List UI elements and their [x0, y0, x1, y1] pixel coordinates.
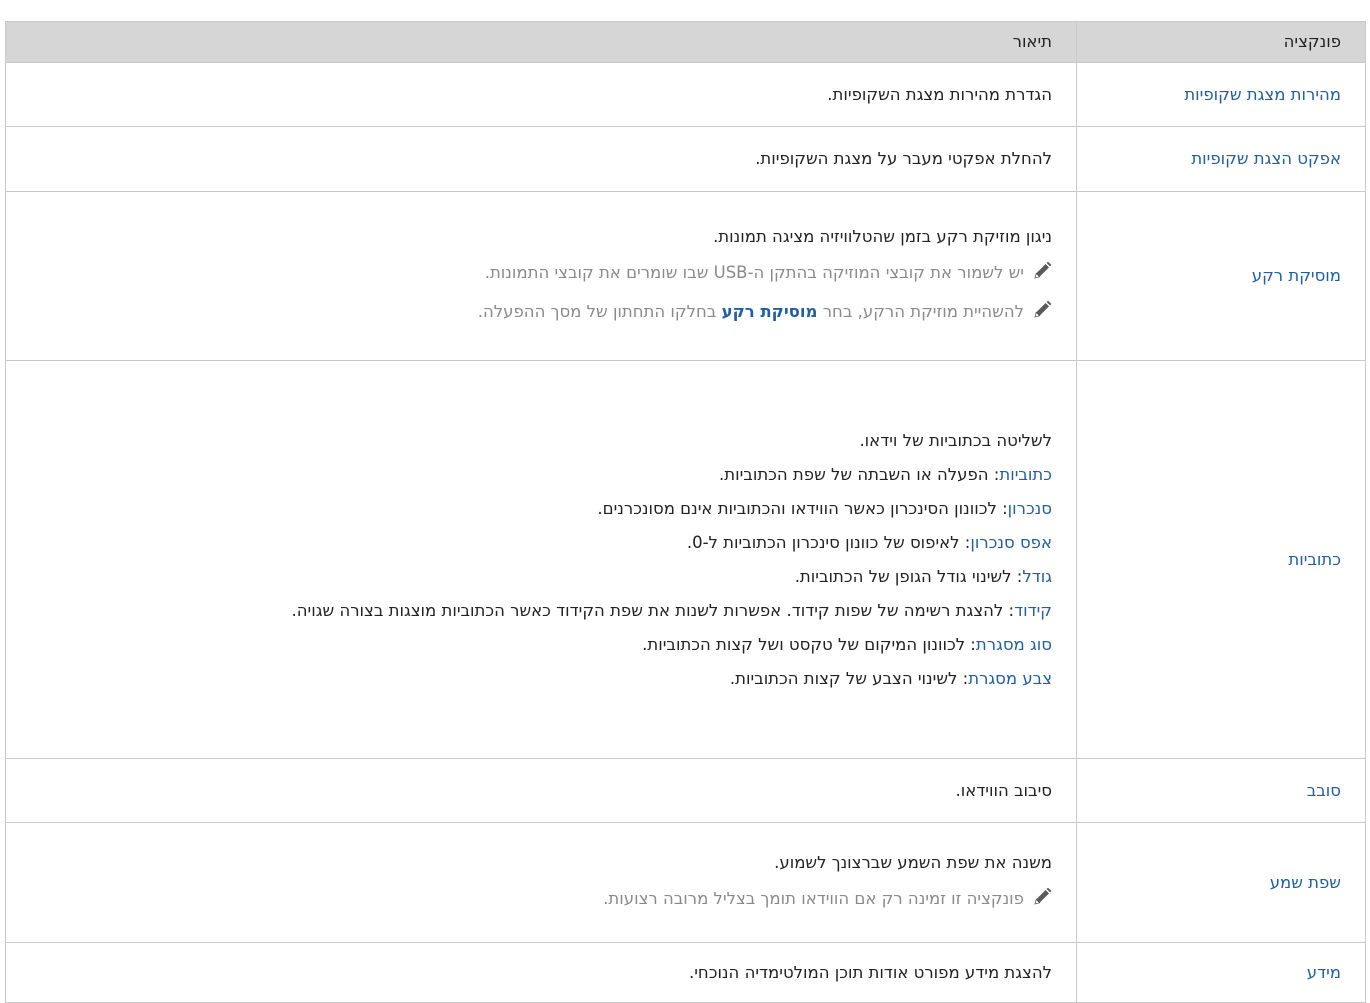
option-line: גודל: לשינוי גודל הגופן של הכתוביות. [16, 560, 1052, 594]
description-text: סיבוב הווידאו. [955, 780, 1052, 800]
option-name[interactable]: סנכרון [1008, 499, 1052, 518]
function-description: סיבוב הווידאו. [5, 758, 1077, 823]
table-row: אפקט הצגת שקופיות להחלת אפקטי מעבר על מצ… [5, 126, 1366, 192]
note: להשהיית מוזיקת הרקע, בחר מוסיקת רקע בחלק… [16, 293, 1052, 332]
option-line: סנכרון: לכוונון הסינכרון כאשר הווידאו וה… [16, 492, 1052, 526]
description-text: להחלת אפקטי מעבר על מצגת השקופיות. [755, 149, 1052, 168]
pencil-icon [1032, 261, 1052, 286]
function-name[interactable]: שפת שמע [1076, 822, 1366, 943]
function-name[interactable]: אפקט הצגת שקופיות [1076, 126, 1366, 192]
option-text: : לכוונון המיקום של טקסט ושל קצות הכתובי… [642, 634, 976, 654]
note: פונקציה זו זמינה רק אם הווידאו תומך בצלי… [16, 880, 1052, 919]
header-function: פונקציה [1076, 21, 1366, 63]
table-row: שפת שמע משנה את שפת השמע שברצונך לשמוע. … [5, 822, 1366, 943]
note-text-before: להשהיית מוזיקת הרקע, בחר [817, 302, 1024, 321]
description-text: משנה את שפת השמע שברצונך לשמוע. [774, 853, 1052, 872]
description-text: לשליטה בכתוביות של וידאו. [859, 430, 1052, 450]
functions-table: פונקציה תיאור מהירות מצגת שקופיות הגדרת … [5, 21, 1366, 1003]
option-name[interactable]: קידוד [1014, 601, 1052, 620]
function-description: להחלת אפקטי מעבר על מצגת השקופיות. [5, 126, 1077, 192]
option-text: : לכוונון הסינכרון כאשר הווידאו והכתוביו… [597, 498, 1008, 518]
pencil-icon [1032, 300, 1052, 325]
function-description: להצגת מידע מפורט אודות תוכן המולטימדיה ה… [5, 942, 1077, 1003]
table-row: מוסיקת רקע ניגון מוזיקת רקע בזמן שהטלווי… [5, 191, 1366, 361]
option-name[interactable]: גודל [1022, 567, 1052, 586]
table-row: מידע להצגת מידע מפורט אודות תוכן המולטימ… [5, 942, 1366, 1003]
pencil-icon [1032, 887, 1052, 912]
option-line: צבע מסגרת: לשינוי הצבע של קצות הכתוביות. [16, 662, 1052, 696]
option-name[interactable]: אפס סנכרון [970, 533, 1052, 552]
description-text: ניגון מוזיקת רקע בזמן שהטלוויזיה מציגה ת… [713, 227, 1052, 246]
option-name[interactable]: סוג מסגרת [976, 635, 1052, 654]
function-name[interactable]: כתוביות [1076, 360, 1366, 759]
function-name[interactable]: מהירות מצגת שקופיות [1076, 62, 1366, 127]
option-line: קידוד: להצגת רשימה של שפות קידוד. אפשרות… [16, 594, 1053, 628]
description-text: הגדרת מהירות מצגת השקופיות. [827, 84, 1052, 104]
option-text: : לאיפוס של כוונון סינכרון הכתוביות ל-0. [686, 532, 971, 552]
note-text-after: בחלקו התחתון של מסך ההפעלה. [477, 302, 722, 321]
table-header-row: פונקציה תיאור [5, 21, 1366, 63]
function-name[interactable]: סובב [1076, 758, 1366, 823]
function-description: לשליטה בכתוביות של וידאו. כתוביות: הפעלה… [5, 360, 1077, 759]
table-row: כתוביות לשליטה בכתוביות של וידאו. כתוביו… [5, 360, 1366, 759]
option-line: אפס סנכרון: לאיפוס של כוונון סינכרון הכת… [16, 526, 1052, 560]
option-line: סוג מסגרת: לכוונון המיקום של טקסט ושל קצ… [16, 628, 1052, 662]
function-description: הגדרת מהירות מצגת השקופיות. [5, 62, 1077, 127]
option-line: כתוביות: הפעלה או השבתה של שפת הכתוביות. [16, 458, 1052, 492]
option-name[interactable]: כתוביות [999, 465, 1052, 484]
header-description: תיאור [5, 21, 1077, 63]
description-text: להצגת מידע מפורט אודות תוכן המולטימדיה ה… [689, 962, 1052, 982]
table-row: סובב סיבוב הווידאו. [5, 758, 1366, 823]
option-text: : לשינוי גודל הגופן של הכתוביות. [794, 566, 1023, 586]
note-text: יש לשמור את קובצי המוזיקה בהתקן ה-USB שב… [484, 263, 1024, 282]
note-text: פונקציה זו זמינה רק אם הווידאו תומך בצלי… [603, 889, 1024, 908]
note-highlight-link[interactable]: מוסיקת רקע [722, 302, 818, 321]
option-text: : להצגת רשימה של שפות קידוד. אפשרות לשנו… [291, 600, 1015, 620]
option-text: : הפעלה או השבתה של שפת הכתוביות. [719, 464, 1000, 484]
function-name[interactable]: מידע [1076, 942, 1366, 1003]
option-name[interactable]: צבע מסגרת [968, 669, 1052, 688]
function-name[interactable]: מוסיקת רקע [1076, 191, 1366, 361]
table-row: מהירות מצגת שקופיות הגדרת מהירות מצגת הש… [5, 62, 1366, 127]
option-text: : לשינוי הצבע של קצות הכתוביות. [729, 668, 969, 688]
function-description: ניגון מוזיקת רקע בזמן שהטלוויזיה מציגה ת… [5, 191, 1077, 361]
note: יש לשמור את קובצי המוזיקה בהתקן ה-USB שב… [16, 254, 1052, 293]
function-description: משנה את שפת השמע שברצונך לשמוע. פונקציה … [5, 822, 1077, 943]
